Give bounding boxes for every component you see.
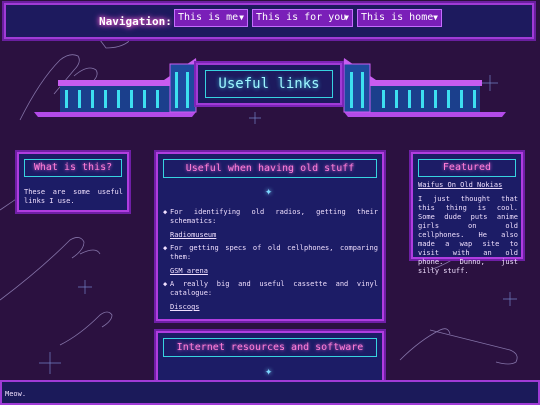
waifus-link[interactable]: Waifus On Old Nokias xyxy=(418,181,502,189)
list-item: For getting specs of old cellphones, com… xyxy=(170,244,378,261)
gsm-arena-link[interactable]: GSM arena xyxy=(170,267,208,275)
footer: Meow. xyxy=(0,380,540,405)
sparkle-icon: ✦ xyxy=(265,184,273,198)
internet-resources-heading: Internet resources and software xyxy=(163,338,377,357)
bullet-icon: ◆ xyxy=(163,244,168,252)
bullet-icon: ◆ xyxy=(163,208,168,216)
list-item: For identifying old radios, getting thei… xyxy=(170,208,378,225)
footer-text: Meow. xyxy=(5,390,27,398)
featured-heading: Featured xyxy=(418,159,516,177)
what-is-this-text: These are some useful links I use. xyxy=(24,188,123,205)
bullet-icon: ◆ xyxy=(163,280,168,288)
featured-text: I just thought that this thing is cool. … xyxy=(418,195,518,275)
featured-panel: Featured Waifus On Old Nokias I just tho… xyxy=(409,150,525,275)
sparkle-icon: ✦ xyxy=(265,364,273,378)
discogs-link[interactable]: Discogs xyxy=(170,303,200,311)
useful-old-stuff-heading: Useful when having old stuff xyxy=(163,159,377,178)
useful-old-stuff-panel: Useful when having old stuff ✦ ◆ For ide… xyxy=(154,150,386,323)
radiomuseum-link[interactable]: Radiomuseum xyxy=(170,231,216,239)
what-is-this-heading: What is this? xyxy=(24,159,122,177)
banner-title-box: Useful links xyxy=(194,61,344,107)
page-title: Useful links xyxy=(205,70,333,98)
list-item: A really big and useful cassette and vin… xyxy=(170,280,378,297)
what-is-this-panel: What is this? These are some useful link… xyxy=(15,150,131,214)
